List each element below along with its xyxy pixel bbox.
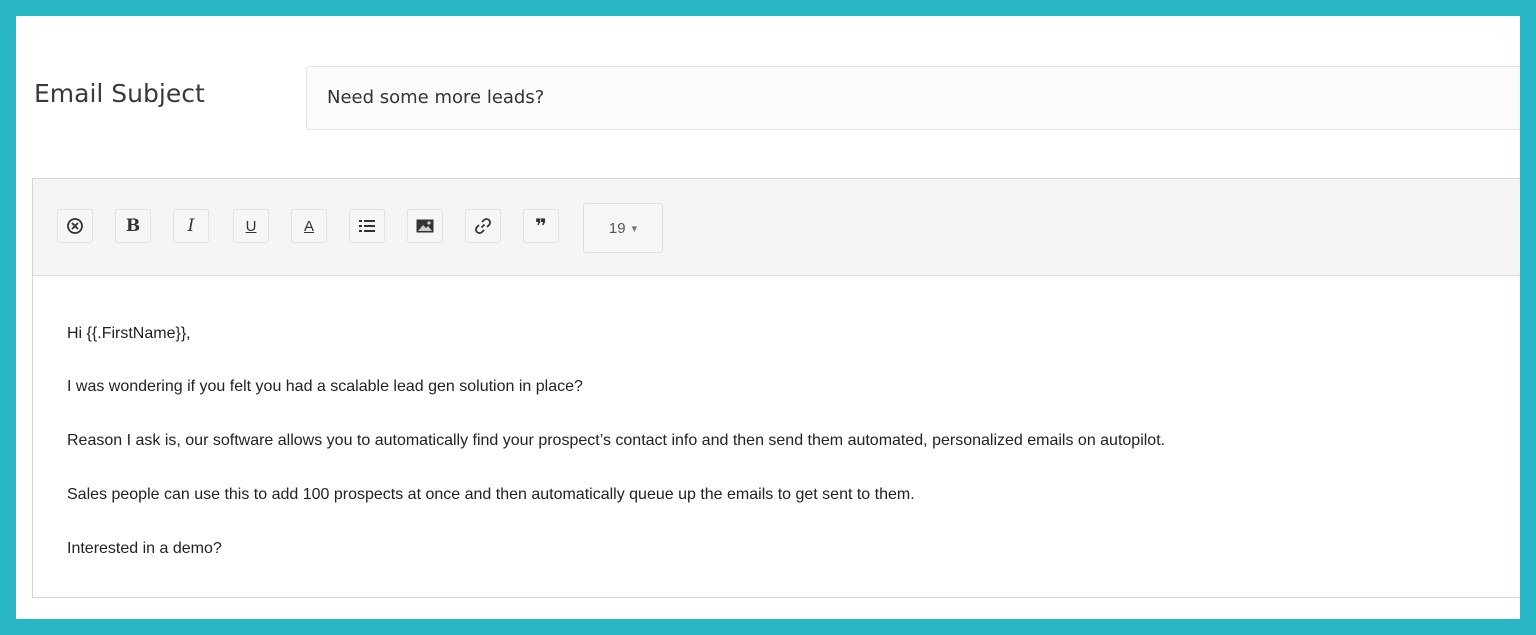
bold-icon: B	[125, 216, 141, 236]
text-color-button[interactable]: A	[291, 209, 327, 243]
editor-toolbar: B I U A ❞ 19 ▾	[33, 179, 1520, 276]
body-paragraph: Reason I ask is, our software allows you…	[67, 432, 1166, 449]
text-color-icon: A	[303, 217, 314, 235]
font-size-select[interactable]: 19 ▾	[583, 203, 663, 253]
rich-text-editor: B I U A ❞ 19 ▾ Hi {{.FirstName}}, I was …	[32, 178, 1520, 598]
image-icon	[416, 219, 434, 233]
link-button[interactable]	[465, 209, 501, 243]
underline-icon: U	[245, 217, 257, 235]
link-icon	[475, 218, 491, 234]
underline-button[interactable]: U	[233, 209, 269, 243]
body-paragraph: Hi {{.FirstName}},	[67, 325, 191, 342]
subject-label: Email Subject	[34, 79, 205, 108]
italic-icon: I	[187, 216, 195, 236]
subject-input[interactable]: Need some more leads?	[306, 66, 1520, 130]
italic-button[interactable]: I	[173, 209, 209, 243]
clear-format-icon	[67, 218, 83, 234]
body-paragraph: Interested in a demo?	[67, 540, 222, 557]
quote-button[interactable]: ❞	[523, 209, 559, 243]
body-paragraph: Sales people can use this to add 100 pro…	[67, 486, 915, 503]
list-button[interactable]	[349, 209, 385, 243]
body-paragraph: I was wondering if you felt you had a sc…	[67, 378, 583, 395]
list-icon	[359, 220, 375, 232]
image-button[interactable]	[407, 209, 443, 243]
quote-icon: ❞	[535, 214, 547, 238]
bold-button[interactable]: B	[115, 209, 151, 243]
clear-format-button[interactable]	[57, 209, 93, 243]
chevron-down-icon: ▾	[631, 222, 638, 235]
font-size-value: 19	[608, 219, 626, 237]
email-composer: Email Subject Need some more leads? B I …	[16, 16, 1520, 619]
